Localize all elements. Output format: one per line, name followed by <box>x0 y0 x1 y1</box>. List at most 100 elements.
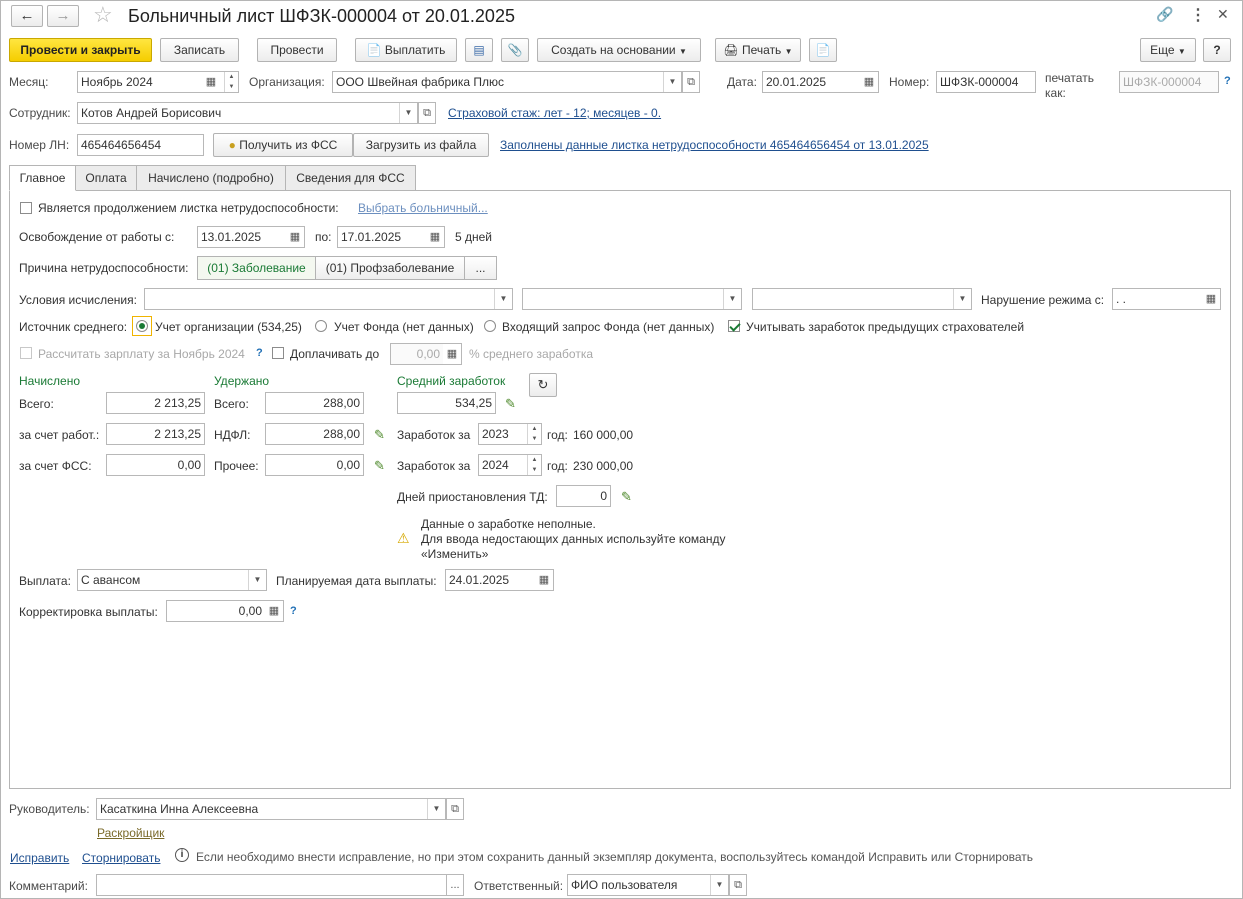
menu-dots-icon[interactable]: ⋮ <box>1190 5 1206 25</box>
date-field[interactable]: 20.01.2025 ▦ <box>762 71 879 93</box>
employer-field[interactable]: 2 213,25 <box>106 423 205 445</box>
source-radio-fund[interactable] <box>315 320 327 332</box>
comment-more-button[interactable]: ... <box>446 874 464 896</box>
calendar-icon[interactable]: ▦ <box>202 72 220 92</box>
other-field[interactable]: 0,00 <box>265 454 364 476</box>
calendar-icon[interactable]: ▦ <box>535 570 553 590</box>
average-earnings-field[interactable]: 534,25 <box>397 392 496 414</box>
create-based-button[interactable]: Создать на основании ▼ <box>537 38 701 62</box>
star-icon[interactable]: ☆ <box>93 3 113 27</box>
release-to-field[interactable]: 17.01.2025 ▦ <box>337 226 445 248</box>
back-button[interactable]: ← <box>11 5 43 27</box>
employee-open-button[interactable]: ⧉ <box>418 102 436 124</box>
manager-position-link[interactable]: Раскройщик <box>97 826 164 840</box>
violation-date-field[interactable]: . . ▦ <box>1112 288 1221 310</box>
comment-field[interactable] <box>96 874 447 896</box>
pencil-icon[interactable]: ✎ <box>374 459 388 473</box>
pay-button[interactable]: 📄 Выплатить <box>355 38 457 62</box>
choose-sick-leave-link[interactable]: Выбрать больничный... <box>358 201 488 215</box>
tab-payment[interactable]: Оплата <box>75 165 137 191</box>
year2-field[interactable]: 2024 ▲ ▼ <box>478 454 542 476</box>
manager-field[interactable]: Касаткина Инна Алексеевна ▼ <box>96 798 446 820</box>
chevron-down-icon[interactable]: ▼ <box>953 289 971 309</box>
conditions-select-1[interactable]: ▼ <box>144 288 513 310</box>
accrued-total-field[interactable]: 2 213,25 <box>106 392 205 414</box>
fix-link[interactable]: Исправить <box>10 851 69 865</box>
payout-select[interactable]: С авансом ▼ <box>77 569 267 591</box>
employee-field[interactable]: Котов Андрей Борисович ▼ <box>77 102 418 124</box>
help-question-icon[interactable]: ? <box>290 605 297 617</box>
year1-stepper[interactable]: ▲ ▼ <box>527 424 541 444</box>
chevron-down-icon[interactable]: ▼ <box>399 103 417 123</box>
calc-salary-checkbox[interactable] <box>20 347 32 359</box>
ndfl-field[interactable]: 288,00 <box>265 423 364 445</box>
refresh-button[interactable]: ↻ <box>529 373 557 397</box>
help-question-icon[interactable]: ? <box>256 347 263 359</box>
attach-button[interactable]: 📎 <box>501 38 529 62</box>
filled-data-link[interactable]: Заполнены данные листка нетрудоспособнос… <box>500 138 929 152</box>
pay-extra-checkbox[interactable] <box>272 347 284 359</box>
number-field[interactable]: ШФЗК-000004 <box>936 71 1036 93</box>
org-open-button[interactable]: ⧉ <box>682 71 700 93</box>
more-button[interactable]: Еще ▼ <box>1140 38 1196 62</box>
report-button[interactable]: 📄 <box>809 38 837 62</box>
org-field[interactable]: ООО Швейная фабрика Плюс ▼ <box>332 71 682 93</box>
chevron-down-icon[interactable]: ▼ <box>494 289 512 309</box>
load-from-file-button[interactable]: Загрузить из файла <box>353 133 489 157</box>
print-button[interactable]: 🖨 Печать ▼ <box>715 38 801 62</box>
chevron-down-icon[interactable]: ▼ <box>710 875 728 895</box>
chevron-down-icon[interactable]: ▼ <box>427 799 445 819</box>
continuation-checkbox[interactable] <box>20 202 32 214</box>
responsible-open-button[interactable]: ⧉ <box>729 874 747 896</box>
pencil-icon[interactable]: ✎ <box>621 490 635 504</box>
reason-more-button[interactable]: ... <box>464 256 497 280</box>
calculator-icon[interactable]: ▦ <box>443 344 461 364</box>
ln-field[interactable]: 465464656454 <box>77 134 204 156</box>
calendar-icon[interactable]: ▦ <box>426 227 444 247</box>
planned-date-field[interactable]: 24.01.2025 ▦ <box>445 569 554 591</box>
reverse-link[interactable]: Сторнировать <box>82 851 160 865</box>
month-stepper[interactable]: ▲ ▼ <box>224 72 238 92</box>
tab-accrued-detail[interactable]: Начислено (подробно) <box>136 165 286 191</box>
calendar-icon[interactable]: ▦ <box>1202 289 1220 309</box>
insurance-experience-link[interactable]: Страховой стаж: лет - 12; месяцев - 0. <box>448 106 661 120</box>
reason-option-disease[interactable]: (01) Заболевание <box>197 256 316 280</box>
get-from-fss-button[interactable]: ● Получить из ФСС <box>213 133 353 157</box>
post-button[interactable]: Провести <box>257 38 337 62</box>
link-icon[interactable]: 🔗 <box>1156 6 1173 23</box>
forward-button[interactable]: → <box>47 5 79 27</box>
save-button[interactable]: Записать <box>160 38 239 62</box>
suspend-days-field[interactable]: 0 <box>556 485 611 507</box>
print-as-field[interactable]: ШФЗК-000004 <box>1119 71 1219 93</box>
conditions-select-3[interactable]: ▼ <box>752 288 972 310</box>
responsible-field[interactable]: ФИО пользователя ▼ <box>567 874 729 896</box>
chevron-down-icon[interactable]: ▼ <box>248 570 266 590</box>
fss-field[interactable]: 0,00 <box>106 454 205 476</box>
chevron-down-icon[interactable]: ▼ <box>723 289 741 309</box>
prev-employers-checkbox[interactable] <box>728 320 740 332</box>
help-button[interactable]: ? <box>1203 38 1231 62</box>
month-field[interactable]: Ноябрь 2024 ▦ ▲ ▼ <box>77 71 239 93</box>
tab-main[interactable]: Главное <box>9 165 76 191</box>
calendar-icon[interactable]: ▦ <box>860 72 878 92</box>
pay-extra-field[interactable]: 0,00 ▦ <box>390 343 462 365</box>
pencil-icon[interactable]: ✎ <box>505 397 519 411</box>
close-icon[interactable]: ✕ <box>1217 6 1229 23</box>
manager-open-button[interactable]: ⧉ <box>446 798 464 820</box>
calendar-icon[interactable]: ▦ <box>286 227 304 247</box>
calculator-icon[interactable]: ▦ <box>265 601 283 621</box>
pencil-icon[interactable]: ✎ <box>374 428 388 442</box>
chevron-down-icon[interactable]: ▼ <box>663 72 681 92</box>
release-from-field[interactable]: 13.01.2025 ▦ <box>197 226 305 248</box>
year2-stepper[interactable]: ▲ ▼ <box>527 455 541 475</box>
source-radio-organization[interactable] <box>136 320 148 332</box>
withheld-total-field[interactable]: 288,00 <box>265 392 364 414</box>
reason-option-occupational[interactable]: (01) Профзаболевание <box>315 256 465 280</box>
correction-field[interactable]: 0,00 ▦ <box>166 600 284 622</box>
help-question-icon[interactable]: ? <box>1224 75 1231 87</box>
list-button[interactable]: ▤ <box>465 38 493 62</box>
source-radio-incoming[interactable] <box>484 320 496 332</box>
year1-field[interactable]: 2023 ▲ ▼ <box>478 423 542 445</box>
post-and-close-button[interactable]: Провести и закрыть <box>9 38 152 62</box>
conditions-select-2[interactable]: ▼ <box>522 288 742 310</box>
